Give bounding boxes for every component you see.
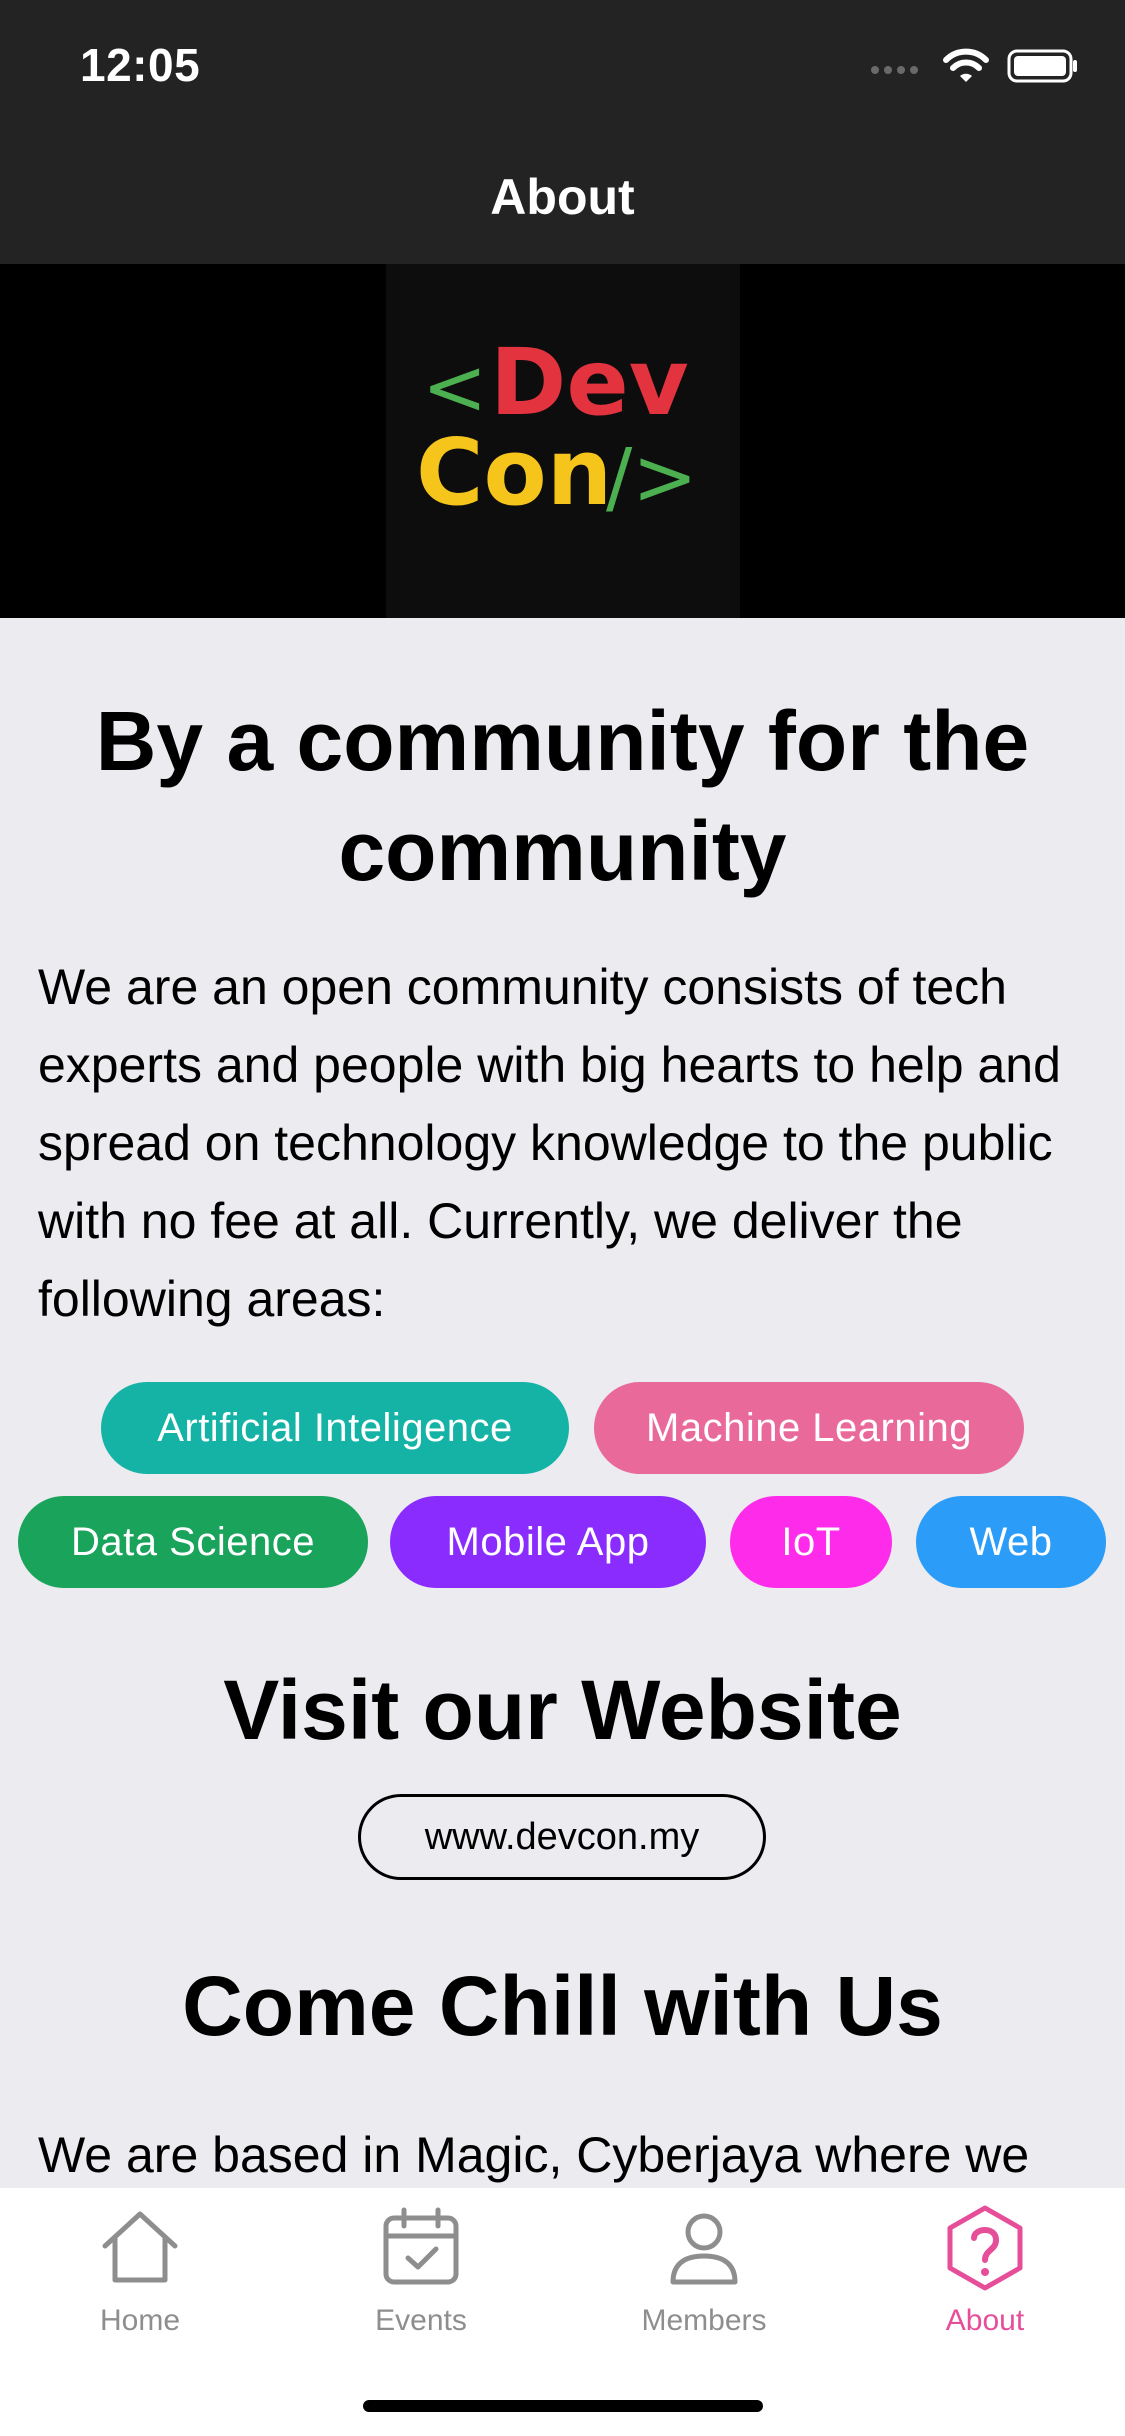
signal-icon [871, 56, 925, 81]
area-chip-machine-learning[interactable]: Machine Learning [594, 1382, 1024, 1474]
wifi-icon [943, 48, 989, 89]
headline: By a community for the community [95, 694, 1030, 898]
page-title: About [490, 169, 635, 225]
area-chip-data-science[interactable]: Data Science [18, 1496, 368, 1588]
chill-section-title: Come Chill with Us [182, 1959, 943, 2053]
tab-events[interactable]: Events [321, 2202, 521, 2352]
logo-word-con: Con [416, 419, 612, 526]
area-chip-artificial-inteligence[interactable]: Artificial Inteligence [101, 1382, 569, 1474]
tab-events-label: Events [375, 2304, 467, 2337]
about-content: By a community for the community We are … [0, 618, 1125, 2188]
intro-text: We are an open community consists of tec… [38, 959, 1061, 1327]
chill-section-text: We are based in Magic, Cyberjaya where w… [38, 2127, 1030, 2183]
website-section-title: Visit our Website [223, 1663, 902, 1757]
tab-bar: Home Events Members About [0, 2188, 1125, 2436]
tab-about[interactable]: About [885, 2202, 1085, 2352]
question-hexagon-icon [940, 2202, 1030, 2292]
home-icon [95, 2202, 185, 2292]
tab-members[interactable]: Members [604, 2202, 804, 2352]
area-chip-iot[interactable]: IoT [730, 1496, 892, 1588]
status-time: 12:05 [80, 39, 201, 91]
calendar-icon [376, 2202, 466, 2292]
website-link-button[interactable]: www.devcon.my [358, 1794, 766, 1880]
home-indicator[interactable] [363, 2400, 763, 2412]
tab-about-label: About [945, 2304, 1025, 2337]
battery-icon [1007, 48, 1079, 89]
status-icons [871, 48, 1079, 89]
person-icon [659, 2202, 749, 2292]
tab-members-label: Members [641, 2304, 767, 2337]
area-chip-mobile-app[interactable]: Mobile App [390, 1496, 706, 1588]
tab-home[interactable]: Home [40, 2202, 240, 2352]
tab-home-label: Home [99, 2304, 181, 2337]
area-chip-web[interactable]: Web [916, 1496, 1106, 1588]
logo-bracket-close: /> [606, 433, 698, 523]
hero-banner: < Dev Con /> [0, 264, 1125, 618]
top-bar: 12:05 About [0, 0, 1125, 264]
devcon-logo: < Dev Con /> [386, 264, 740, 618]
